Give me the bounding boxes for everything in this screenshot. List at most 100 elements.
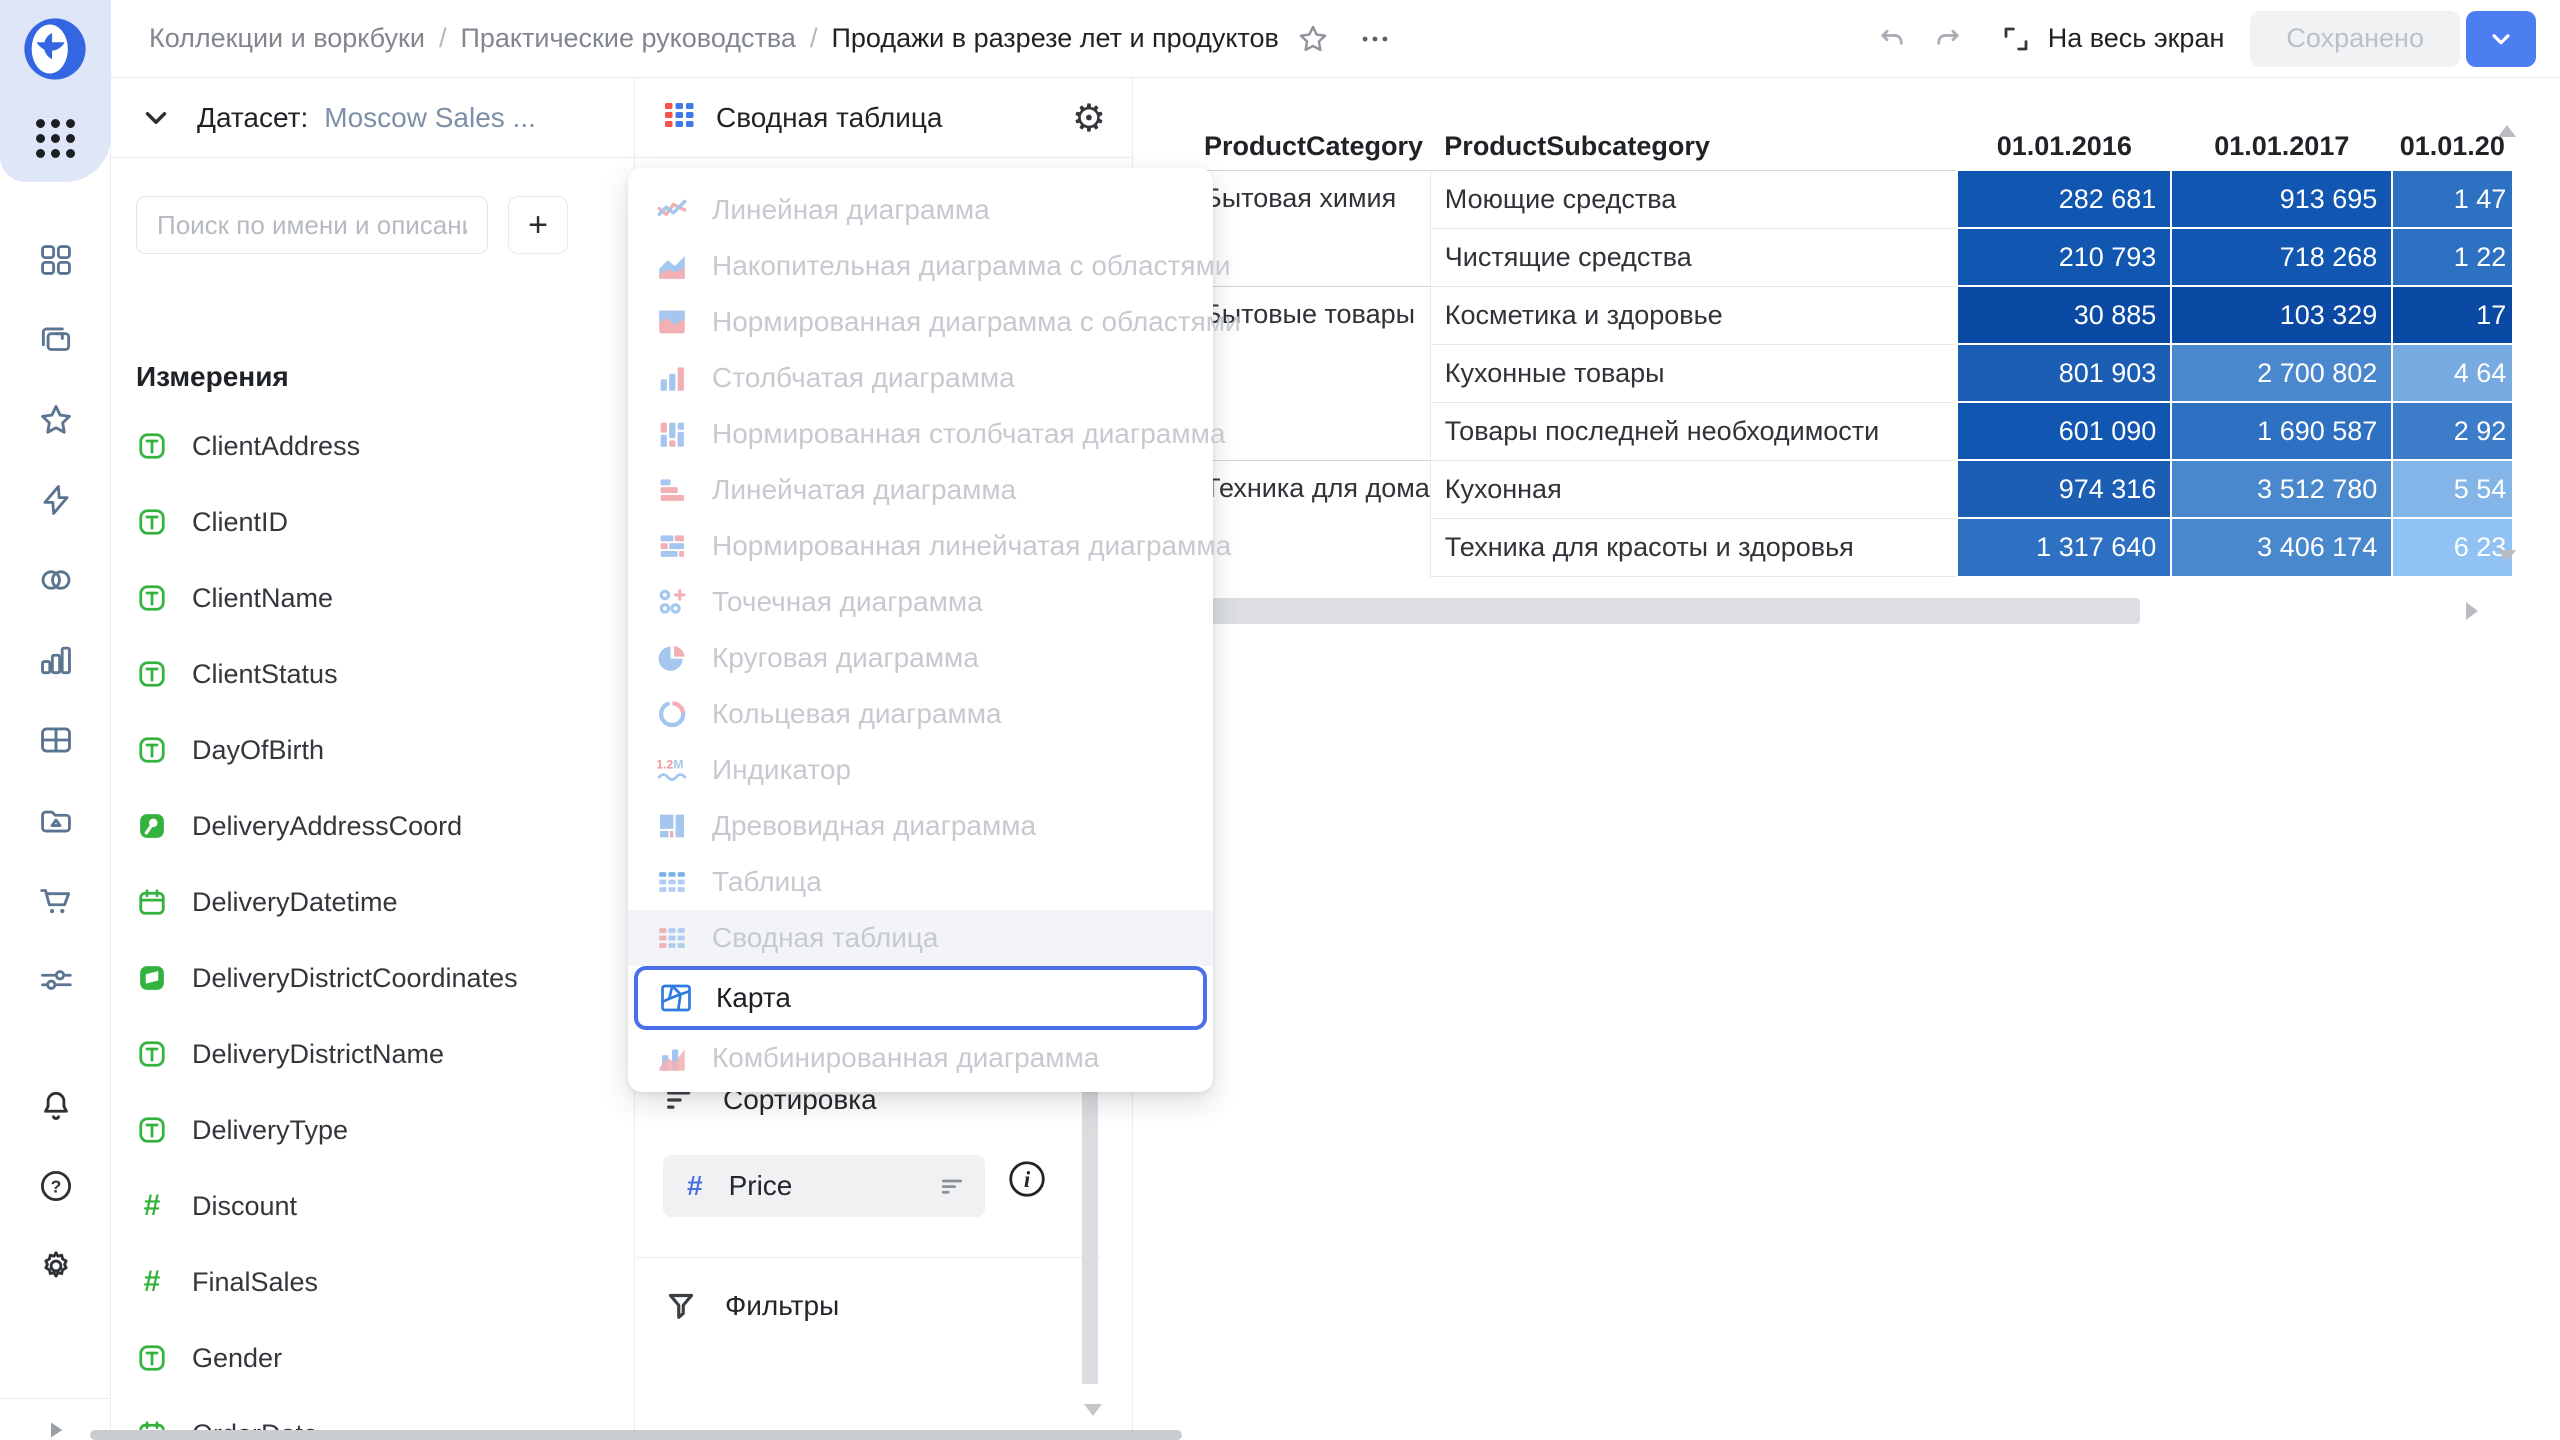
settings-icon[interactable] — [0, 1238, 111, 1294]
pivot-table-icon — [662, 97, 698, 138]
search-input[interactable] — [136, 196, 488, 254]
undo-icon[interactable] — [1868, 15, 1916, 63]
breadcrumb: Коллекции и воркбуки / Практические руко… — [149, 23, 1279, 54]
saved-button[interactable]: Сохранено — [2250, 11, 2460, 67]
menu-item-treemap-chart[interactable]: Древовидная диаграмма — [628, 798, 1213, 854]
services-icon[interactable] — [0, 952, 111, 1008]
horizontal-scrollbar[interactable] — [90, 1430, 1182, 1440]
menu-item-combined-chart[interactable]: Комбинированная диаграмма — [628, 1030, 1213, 1086]
menu-item-normalized-area-chart[interactable]: Нормированная диаграмма с областями — [628, 294, 1213, 350]
column-header[interactable]: 01.01.2016 — [1957, 123, 2171, 170]
dataset-name[interactable]: Moscow Sales ... — [324, 102, 536, 134]
menu-item-map[interactable]: Карта — [634, 966, 1207, 1030]
menu-item-scatter-chart[interactable]: Точечная диаграмма — [628, 574, 1213, 630]
text-type-icon — [136, 1343, 168, 1373]
svg-text:1.2: 1.2 — [656, 758, 673, 772]
geopoint-type-icon — [136, 811, 168, 841]
field-row[interactable]: # FinalSales — [136, 1244, 606, 1320]
field-row[interactable]: DeliveryAddressCoord — [136, 788, 606, 864]
table-horizontal-scrollbar[interactable] — [1190, 598, 2140, 624]
menu-item-bar-chart[interactable]: Столбчатая диаграмма — [628, 350, 1213, 406]
datalens-wizard-app: ? Коллекции и воркбуки / Практические ру… — [0, 0, 2560, 1440]
value-cell: 2 92 — [2392, 402, 2512, 460]
menu-item-normalized-horizontal-bar-chart[interactable]: Нормированная линейчатая диаграмма — [628, 518, 1213, 574]
menu-item-stacked-area-chart[interactable]: Накопительная диаграмма с областями — [628, 238, 1213, 294]
field-row[interactable]: ClientStatus — [136, 636, 606, 712]
gallery-icon[interactable] — [0, 792, 111, 848]
column-header[interactable]: 01.01.20 — [2392, 123, 2512, 170]
text-type-icon — [136, 1115, 168, 1145]
favorites-icon[interactable] — [0, 392, 111, 448]
sort-info[interactable]: i — [1006, 1158, 1048, 1200]
panel-scroll-down-arrow[interactable] — [1084, 1404, 1102, 1416]
normalized-horizontal-bar-chart-icon — [654, 528, 690, 564]
field-row[interactable]: DeliveryDistrictName — [136, 1016, 606, 1092]
value-cell: 3 406 174 — [2171, 518, 2392, 576]
collections-icon[interactable] — [0, 312, 111, 368]
datasets-icon[interactable] — [0, 712, 111, 768]
svg-text:?: ? — [50, 1176, 61, 1196]
menu-item-normalized-bar-chart[interactable]: Нормированная столбчатая диаграмма — [628, 406, 1213, 462]
field-row[interactable]: DeliveryDistrictCoordinates — [136, 940, 606, 1016]
menu-item-pie-chart[interactable]: Круговая диаграмма — [628, 630, 1213, 686]
save-dropdown-button[interactable] — [2466, 11, 2536, 67]
value-cell: 282 681 — [1957, 170, 2171, 228]
fullscreen-icon[interactable] — [1992, 15, 2040, 63]
dashboards-icon[interactable] — [0, 232, 111, 288]
value-cell: 1 47 — [2392, 170, 2512, 228]
menu-item-donut-chart[interactable]: Кольцевая диаграмма — [628, 686, 1213, 742]
table-scroll-up-arrow[interactable] — [2498, 125, 2516, 137]
line-chart-icon — [654, 192, 690, 228]
field-row[interactable]: ClientAddress — [136, 408, 606, 484]
field-row[interactable]: # Discount — [136, 1168, 606, 1244]
favorite-star-icon[interactable] — [1289, 15, 1337, 63]
field-row[interactable]: ClientID — [136, 484, 606, 560]
column-header[interactable]: ProductCategory — [1190, 123, 1430, 170]
field-row[interactable]: ClientName — [136, 560, 606, 636]
redo-icon[interactable] — [1924, 15, 1972, 63]
number-type-icon: # — [136, 1189, 168, 1223]
field-row[interactable]: Gender — [136, 1320, 606, 1396]
value-cell: 5 54 — [2392, 460, 2512, 518]
chart-type-label: Сводная таблица — [716, 102, 943, 134]
dataset-header[interactable]: Датасет: Moscow Sales ... — [111, 78, 634, 158]
sort-field-chip[interactable]: # Price — [663, 1155, 985, 1217]
breadcrumb-collections[interactable]: Коллекции и воркбуки — [149, 23, 425, 54]
field-row[interactable]: DeliveryType — [136, 1092, 606, 1168]
text-type-icon — [136, 1039, 168, 1069]
marketplace-icon[interactable] — [0, 872, 111, 928]
breadcrumb-current-title: Продажи в разрезе лет и продуктов — [831, 23, 1278, 54]
fullscreen-label[interactable]: На весь экран — [2048, 23, 2225, 54]
normalized-area-chart-icon — [654, 304, 690, 340]
filters-section-title: Фильтры — [725, 1290, 839, 1322]
column-header[interactable]: 01.01.2017 — [2171, 123, 2392, 170]
editor-icon[interactable] — [0, 472, 111, 528]
column-header[interactable]: ProductSubcategory — [1430, 123, 1957, 170]
chart-type-selector[interactable]: Сводная таблица ⚙ — [636, 78, 1132, 158]
breadcrumb-guides[interactable]: Практические руководства — [460, 23, 795, 54]
menu-item-pivot-table[interactable]: Сводная таблица — [628, 910, 1213, 966]
connections-icon[interactable] — [0, 552, 111, 608]
field-row[interactable]: DayOfBirth — [136, 712, 606, 788]
sort-order-icon[interactable] — [937, 1171, 967, 1201]
menu-item-line-chart[interactable]: Линейная диаграмма — [628, 182, 1213, 238]
table-scroll-right-arrow[interactable] — [2466, 602, 2478, 620]
value-cell: 1 22 — [2392, 228, 2512, 286]
menu-item-horizontal-bar-chart[interactable]: Линейчатая диаграмма — [628, 462, 1213, 518]
date-type-icon — [136, 887, 168, 917]
normalized-bar-chart-icon — [654, 416, 690, 452]
add-field-button[interactable]: + — [508, 196, 568, 254]
field-row[interactable]: DeliveryDatetime — [136, 864, 606, 940]
apps-grid-icon[interactable] — [0, 110, 111, 166]
notifications-icon[interactable] — [0, 1078, 111, 1134]
chart-preview-area: ProductCategory ProductSubcategory 01.01… — [1134, 78, 2560, 1440]
gear-icon[interactable]: ⚙ — [1072, 99, 1106, 137]
charts-icon[interactable] — [0, 632, 111, 688]
table-scroll-down-arrow[interactable] — [2498, 550, 2516, 562]
viz-panel-scrollbar[interactable] — [1082, 1092, 1098, 1384]
more-actions-icon[interactable] — [1351, 15, 1399, 63]
menu-item-table[interactable]: Таблица — [628, 854, 1213, 910]
datalens-logo[interactable] — [20, 14, 90, 84]
help-icon[interactable]: ? — [0, 1158, 111, 1214]
menu-item-indicator[interactable]: 1.2M Индикатор — [628, 742, 1213, 798]
